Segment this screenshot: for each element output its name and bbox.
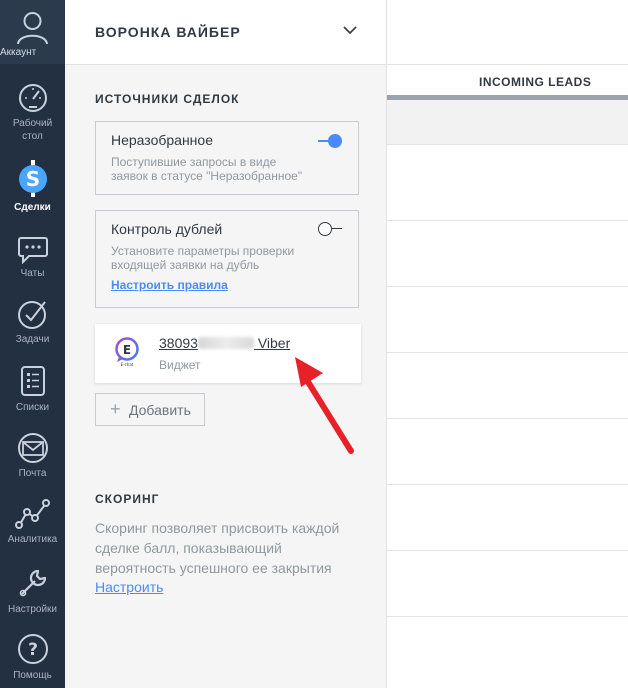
lists-icon xyxy=(20,366,45,396)
nav-item-mail[interactable]: Почта xyxy=(0,432,65,480)
incoming-leads-title: INCOMING LEADS xyxy=(479,75,592,89)
board-row-divider xyxy=(387,550,628,551)
echat-logo-icon: E E-chat xyxy=(115,337,139,367)
analytics-icon xyxy=(14,499,50,529)
sources-section-title: ИСТОЧНИКИ СДЕЛОК xyxy=(95,92,240,106)
nav-item-tasks[interactable]: Задачи xyxy=(0,298,65,346)
add-source-label: Добавить xyxy=(129,402,191,418)
nav-label-analytics: Аналитика xyxy=(7,534,58,545)
unsorted-toggle[interactable] xyxy=(318,133,342,149)
widget-name-link[interactable]: 38093 Viber xyxy=(159,335,290,351)
nav-item-lists[interactable]: Списки xyxy=(0,364,65,414)
unsorted-card: Неразобранное Поступившие запросы в виде… xyxy=(95,121,359,195)
add-source-button[interactable]: + Добавить xyxy=(95,393,205,426)
board-row-divider xyxy=(387,220,628,221)
nav-label-mail: Почта xyxy=(18,468,47,479)
duplicates-title: Контроль дублей xyxy=(111,221,223,237)
widget-subtitle: Виджет xyxy=(159,358,201,372)
board-row-divider xyxy=(387,144,628,145)
nav-account[interactable]: Аккаунт xyxy=(0,0,65,64)
duplicates-description: Установите параметры проверки входящей з… xyxy=(111,244,295,272)
pipeline-title[interactable]: ВОРОНКА ВАЙБЕР xyxy=(95,24,241,40)
viber-widget-card[interactable]: E E-chat 38093 Viber Виджет xyxy=(95,324,361,383)
chat-icon xyxy=(17,237,48,264)
help-icon: ? xyxy=(17,634,48,664)
unsorted-title: Неразобранное xyxy=(111,132,213,148)
plus-icon: + xyxy=(110,399,121,419)
scoring-configure-link[interactable]: Настроить xyxy=(95,579,163,595)
board-row-divider xyxy=(387,418,628,419)
nav-item-settings[interactable]: Настройки xyxy=(0,566,65,616)
nav-label-lists: Списки xyxy=(15,402,50,413)
svg-text:?: ? xyxy=(28,640,38,660)
pipeline-settings-panel: ВОРОНКА ВАЙБЕР ИСТОЧНИКИ СДЕЛОК Неразобр… xyxy=(65,0,387,688)
chevron-down-icon[interactable] xyxy=(343,25,357,35)
configure-rules-link[interactable]: Настроить правила xyxy=(111,278,228,292)
duplicates-toggle[interactable] xyxy=(318,221,342,237)
nav-account-label: Аккаунт xyxy=(0,47,37,58)
user-avatar-icon xyxy=(17,12,48,45)
settings-icon xyxy=(19,569,46,597)
nav-label-settings: Настройки xyxy=(7,604,58,615)
board-column-header: INCOMING LEADS xyxy=(387,64,628,98)
nav-label-tasks: Задачи xyxy=(15,334,50,345)
scoring-description: Скоринг позволяет присвоить каждой сделк… xyxy=(95,520,340,576)
duplicates-card: Контроль дублей Установите параметры про… xyxy=(95,210,359,308)
svg-text:E: E xyxy=(123,343,131,357)
nav-item-deals[interactable]: S Сделки xyxy=(0,160,65,214)
pipeline-board: INCOMING LEADS xyxy=(387,0,628,688)
nav-item-dashboard[interactable]: Рабочий стол xyxy=(0,82,65,143)
blurred-number xyxy=(197,337,254,349)
nav-item-chats[interactable]: Чаты xyxy=(0,234,65,280)
board-row-divider xyxy=(387,286,628,287)
board-row-divider xyxy=(387,616,628,617)
scoring-section-title: СКОРИНГ xyxy=(95,492,160,506)
nav-label-deals: Сделки xyxy=(14,202,51,213)
nav-label-help: Помощь xyxy=(13,670,52,681)
nav-label-dashboard: Рабочий стол xyxy=(12,118,53,142)
panel-header: ВОРОНКА ВАЙБЕР xyxy=(65,0,386,65)
column-subheader xyxy=(387,100,628,144)
deals-icon: S xyxy=(18,160,47,197)
svg-text:E-chat: E-chat xyxy=(121,362,134,367)
nav-item-help[interactable]: ? Помощь xyxy=(0,632,65,682)
dashboard-icon xyxy=(18,84,47,112)
nav-item-analytics[interactable]: Аналитика xyxy=(0,498,65,546)
tasks-icon xyxy=(17,301,46,329)
nav-label-chats: Чаты xyxy=(20,268,45,279)
left-nav: Аккаунт Рабочий стол S Сделки Чаты Задач… xyxy=(0,0,65,688)
mail-icon xyxy=(17,433,48,463)
svg-text:S: S xyxy=(25,167,39,191)
board-row-divider xyxy=(387,352,628,353)
unsorted-description: Поступившие запросы в виде заявок в стат… xyxy=(111,155,303,183)
board-row-divider xyxy=(387,484,628,485)
